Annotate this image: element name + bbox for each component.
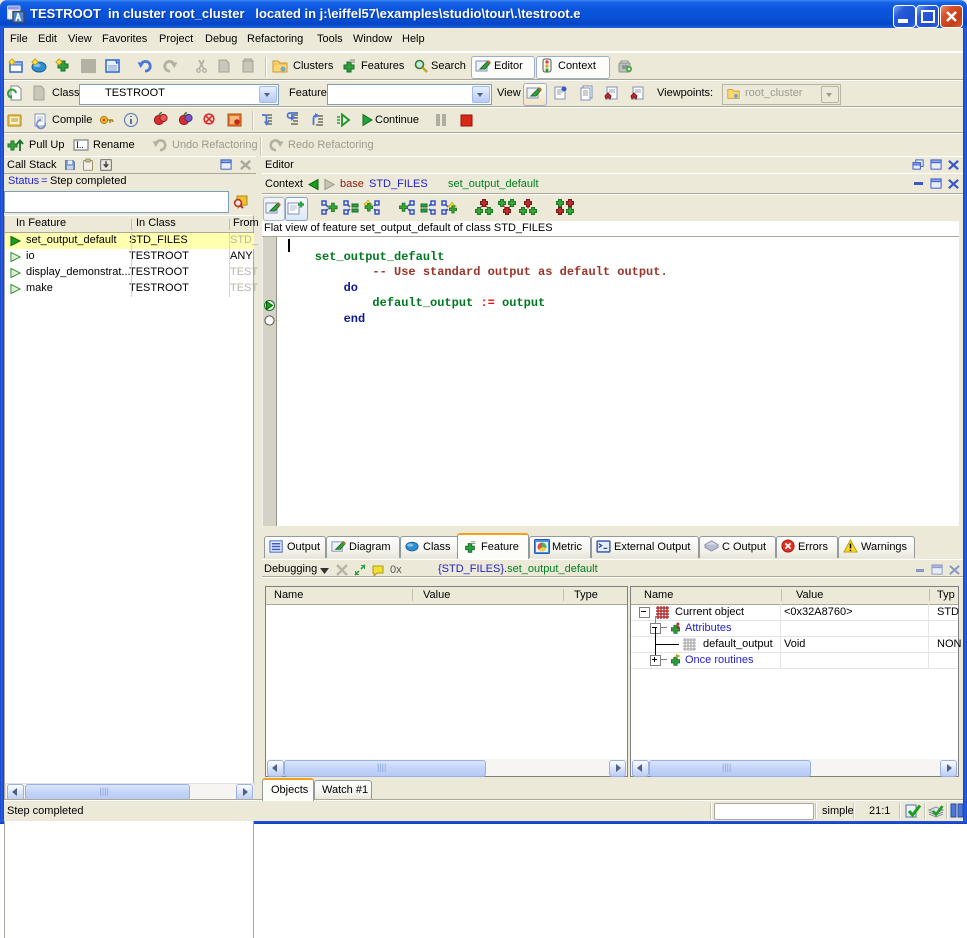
svg-text:I..: I.. — [76, 140, 84, 150]
